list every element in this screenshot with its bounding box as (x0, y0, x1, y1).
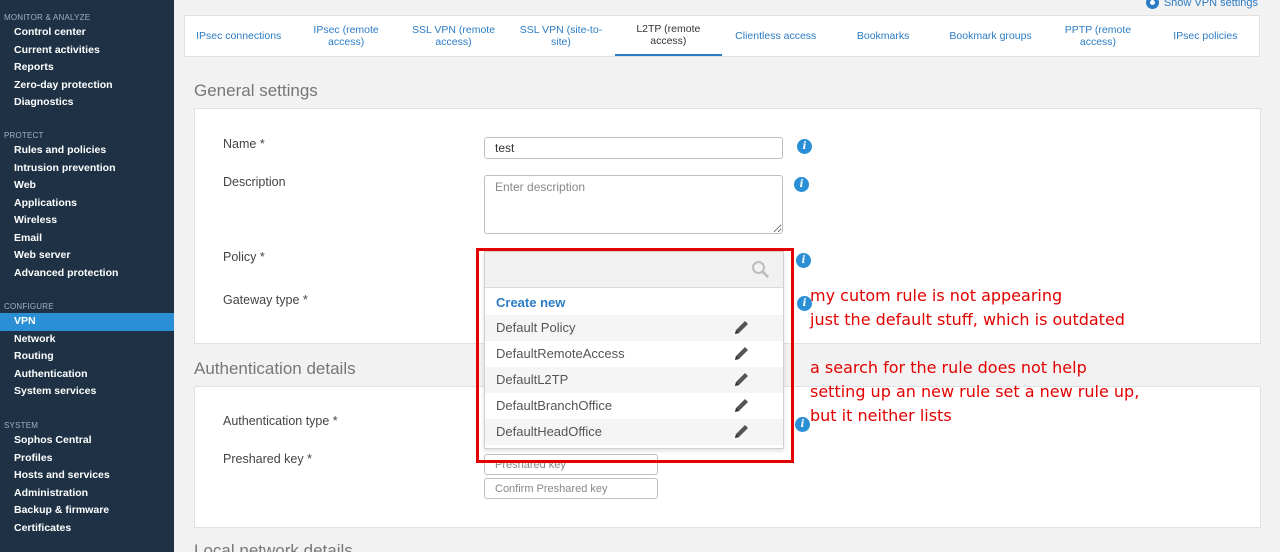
show-vpn-settings-label: Show VPN settings (1163, 0, 1258, 9)
sidebar-item-network[interactable]: Network (0, 331, 174, 349)
preshared-key-label: Preshared key * (223, 452, 312, 466)
policy-option-default-branch-office[interactable]: DefaultBranchOffice (485, 393, 783, 419)
gateway-type-label: Gateway type * (223, 293, 308, 307)
tab-ipsec-policies[interactable]: IPsec policies (1152, 16, 1259, 56)
tab-clientless-access[interactable]: Clientless access (722, 16, 829, 56)
tab-ssl-vpn-remote-access[interactable]: SSL VPN (remote access) (400, 16, 507, 56)
sidebar-item-diagnostics[interactable]: Diagnostics (0, 94, 174, 112)
description-label: Description (223, 175, 286, 189)
tab-pptp-remote-access[interactable]: PPTP (remote access) (1044, 16, 1151, 56)
sidebar-header: PROTECT (4, 131, 44, 140)
sidebar-header: MONITOR & ANALYZE (4, 13, 91, 22)
sidebar-item-backup-firmware[interactable]: Backup & firmware (0, 502, 174, 520)
policy-label: Policy * (223, 250, 265, 264)
tab-bar: IPsec connections IPsec (remote access) … (184, 15, 1260, 57)
annotation-text: a search for the rule does not help (810, 358, 1087, 377)
authentication-type-info-icon[interactable]: i (795, 417, 810, 432)
edit-pencil-icon[interactable] (733, 372, 751, 388)
authentication-details-title: Authentication details (194, 359, 356, 378)
description-info-icon[interactable]: i (794, 177, 809, 192)
authentication-type-label: Authentication type * (223, 414, 338, 428)
annotation-text: setting up an new rule set a new rule up… (810, 382, 1140, 401)
sidebar-item-email[interactable]: Email (0, 230, 174, 248)
sidebar-item-rules-and-policies[interactable]: Rules and policies (0, 142, 174, 160)
sidebar-item-routing[interactable]: Routing (0, 348, 174, 366)
confirm-preshared-key-field[interactable] (484, 478, 658, 499)
policy-option-label: DefaultL2TP (496, 372, 569, 387)
sidebar-item-control-center[interactable]: Control center (0, 24, 174, 42)
name-field[interactable] (484, 137, 783, 159)
edit-pencil-icon[interactable] (733, 424, 751, 440)
sidebar-item-administration[interactable]: Administration (0, 485, 174, 503)
sidebar-item-vpn[interactable]: VPN (0, 313, 174, 331)
sidebar-item-advanced-protection[interactable]: Advanced protection (0, 265, 174, 283)
sidebar-item-web-server[interactable]: Web server (0, 247, 174, 265)
create-new-policy-link[interactable]: Create new (496, 295, 565, 310)
local-network-details-title: Local network details (194, 541, 353, 552)
edit-pencil-icon[interactable] (733, 320, 751, 336)
sidebar-item-sophos-central[interactable]: Sophos Central (0, 432, 174, 450)
policy-info-icon[interactable]: i (796, 253, 811, 268)
edit-pencil-icon[interactable] (733, 398, 751, 414)
sidebar-header: CONFIGURE (4, 302, 54, 311)
tab-ipsec-remote-access[interactable]: IPsec (remote access) (292, 16, 399, 56)
preshared-key-field[interactable] (484, 454, 658, 475)
policy-option-default-policy[interactable]: Default Policy (485, 315, 783, 341)
policy-option-default-head-office[interactable]: DefaultHeadOffice (485, 419, 783, 445)
sidebar-section-monitor: MONITOR & ANALYZE Control center Current… (0, 11, 174, 112)
sidebar-section-system: SYSTEM Sophos Central Profiles Hosts and… (0, 419, 174, 537)
name-label: Name * (223, 137, 265, 151)
sidebar-section-protect: PROTECT Rules and policies Intrusion pre… (0, 129, 174, 282)
sidebar-item-certificates[interactable]: Certificates (0, 520, 174, 538)
annotation-text: but it neither lists (810, 406, 952, 425)
show-vpn-settings-link[interactable]: Show VPN settings (1145, 0, 1258, 9)
sidebar-item-authentication[interactable]: Authentication (0, 366, 174, 384)
policy-option-default-remote-access[interactable]: DefaultRemoteAccess (485, 341, 783, 367)
tab-bookmarks[interactable]: Bookmarks (829, 16, 936, 56)
policy-option-label: DefaultRemoteAccess (496, 346, 625, 361)
policy-option-label: DefaultBranchOffice (496, 398, 613, 413)
sidebar-item-profiles[interactable]: Profiles (0, 450, 174, 468)
tab-ssl-vpn-site-to-site[interactable]: SSL VPN (site-to-site) (507, 16, 614, 56)
sidebar-item-intrusion-prevention[interactable]: Intrusion prevention (0, 160, 174, 178)
tab-bookmark-groups[interactable]: Bookmark groups (937, 16, 1044, 56)
sidebar-item-applications[interactable]: Applications (0, 195, 174, 213)
sidebar-section-configure: CONFIGURE VPN Network Routing Authentica… (0, 300, 174, 401)
policy-dropdown: Create new Default Policy DefaultRemoteA… (484, 251, 784, 449)
sidebar-item-zero-day-protection[interactable]: Zero-day protection (0, 77, 174, 95)
name-info-icon[interactable]: i (797, 139, 812, 154)
sidebar-item-web[interactable]: Web (0, 177, 174, 195)
annotation-text: my cutom rule is not appearing (810, 286, 1063, 305)
sidebar: MONITOR & ANALYZE Control center Current… (0, 0, 174, 552)
tab-ipsec-connections[interactable]: IPsec connections (185, 16, 292, 56)
policy-search-input[interactable] (485, 252, 783, 288)
sidebar-item-hosts-and-services[interactable]: Hosts and services (0, 467, 174, 485)
sidebar-header: SYSTEM (4, 421, 39, 430)
annotation-text: just the default stuff, which is outdate… (810, 310, 1125, 329)
edit-pencil-icon[interactable] (733, 346, 751, 362)
sidebar-item-system-services[interactable]: System services (0, 383, 174, 401)
tab-l2tp-remote-access[interactable]: L2TP (remote access) (614, 16, 723, 56)
sidebar-item-wireless[interactable]: Wireless (0, 212, 174, 230)
gear-icon (1145, 0, 1159, 9)
policy-option-label: Default Policy (496, 320, 576, 335)
policy-option-label: DefaultHeadOffice (496, 424, 602, 439)
search-icon (752, 261, 769, 278)
sidebar-item-current-activities[interactable]: Current activities (0, 42, 174, 60)
policy-option-default-l2tp[interactable]: DefaultL2TP (485, 367, 783, 393)
general-settings-title: General settings (194, 81, 318, 100)
sidebar-item-reports[interactable]: Reports (0, 59, 174, 77)
description-field[interactable] (484, 175, 783, 234)
